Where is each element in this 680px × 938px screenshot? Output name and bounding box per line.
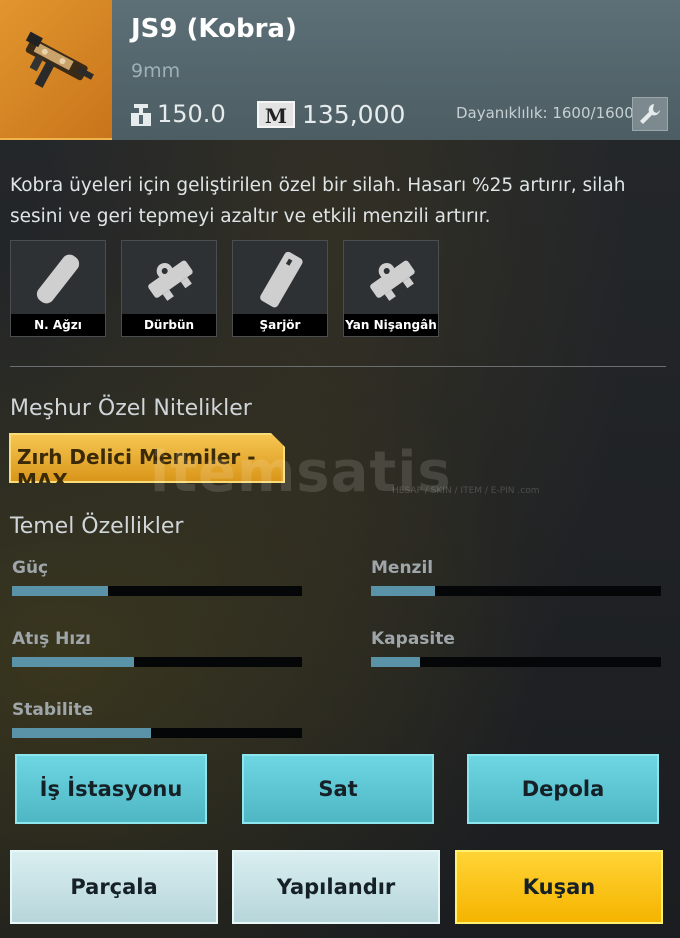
scope-icon bbox=[370, 260, 415, 301]
configure-button[interactable]: Yapılandır bbox=[232, 850, 440, 924]
stat-label-range: Menzil bbox=[371, 558, 434, 578]
attachment-label: Şarjör bbox=[233, 314, 327, 336]
stat-label-fire-rate: Atış Hızı bbox=[12, 629, 91, 649]
attachment-slot-muzzle[interactable]: N. Ağzı bbox=[10, 240, 106, 337]
item-caliber: 9mm bbox=[131, 60, 181, 82]
scope-icon bbox=[148, 260, 193, 301]
stat-bar-fire-rate bbox=[12, 657, 302, 667]
attachment-slot-side-sight[interactable]: Yan Nişangâh bbox=[343, 240, 439, 337]
stat-fill bbox=[12, 728, 152, 738]
item-header: JS9 (Kobra) 9mm 150.0 M 135,000 Dayanıkl… bbox=[0, 0, 680, 140]
stat-fill bbox=[12, 586, 108, 596]
item-description: Kobra üyeleri için geliştirilen özel bir… bbox=[10, 175, 626, 227]
special-traits-title: Meşhur Özel Nitelikler bbox=[10, 396, 252, 421]
attachment-label: N. Ağzı bbox=[11, 314, 105, 336]
magazine-icon bbox=[260, 251, 303, 308]
attachment-label: Dürbün bbox=[122, 314, 216, 336]
stat-fill bbox=[371, 586, 435, 596]
stat-label-power: Güç bbox=[12, 558, 49, 578]
stat-bar-stability bbox=[12, 728, 302, 738]
stat-bar-range bbox=[371, 586, 661, 596]
item-price: 135,000 bbox=[302, 100, 406, 129]
workstation-button[interactable]: İş İstasyonu bbox=[15, 754, 207, 824]
weight-icon bbox=[131, 104, 151, 126]
currency-icon: M bbox=[257, 101, 295, 128]
stat-label-capacity: Kapasite bbox=[371, 629, 455, 649]
store-button[interactable]: Depola bbox=[467, 754, 659, 824]
divider bbox=[10, 366, 666, 367]
stat-label-stability: Stabilite bbox=[12, 700, 94, 720]
item-weight: 150.0 bbox=[157, 100, 226, 128]
stat-bar-power bbox=[12, 586, 302, 596]
stat-fill bbox=[12, 657, 134, 667]
basic-stats-title: Temel Özellikler bbox=[10, 514, 184, 539]
attachment-label: Yan Nişangâh bbox=[344, 314, 438, 336]
suppressor-icon bbox=[36, 254, 80, 304]
repair-button[interactable] bbox=[632, 97, 668, 131]
attachment-slot-scope[interactable]: Dürbün bbox=[121, 240, 217, 337]
wrench-icon bbox=[640, 104, 660, 124]
stat-bar-capacity bbox=[371, 657, 661, 667]
equip-button[interactable]: Kuşan bbox=[455, 850, 663, 924]
sell-button[interactable]: Sat bbox=[242, 754, 434, 824]
durability-text: Dayanıklılık: 1600/1600 bbox=[456, 104, 634, 122]
watermark-tagline: HESAP / SKIN / ITEM / E-PIN .com bbox=[392, 486, 540, 496]
stat-fill bbox=[371, 657, 421, 667]
smg-icon bbox=[25, 31, 94, 88]
attachment-slot-magazine[interactable]: Şarjör bbox=[232, 240, 328, 337]
weapon-thumbnail bbox=[0, 0, 112, 140]
item-title: JS9 (Kobra) bbox=[131, 14, 297, 44]
dismantle-button[interactable]: Parçala bbox=[10, 850, 218, 924]
